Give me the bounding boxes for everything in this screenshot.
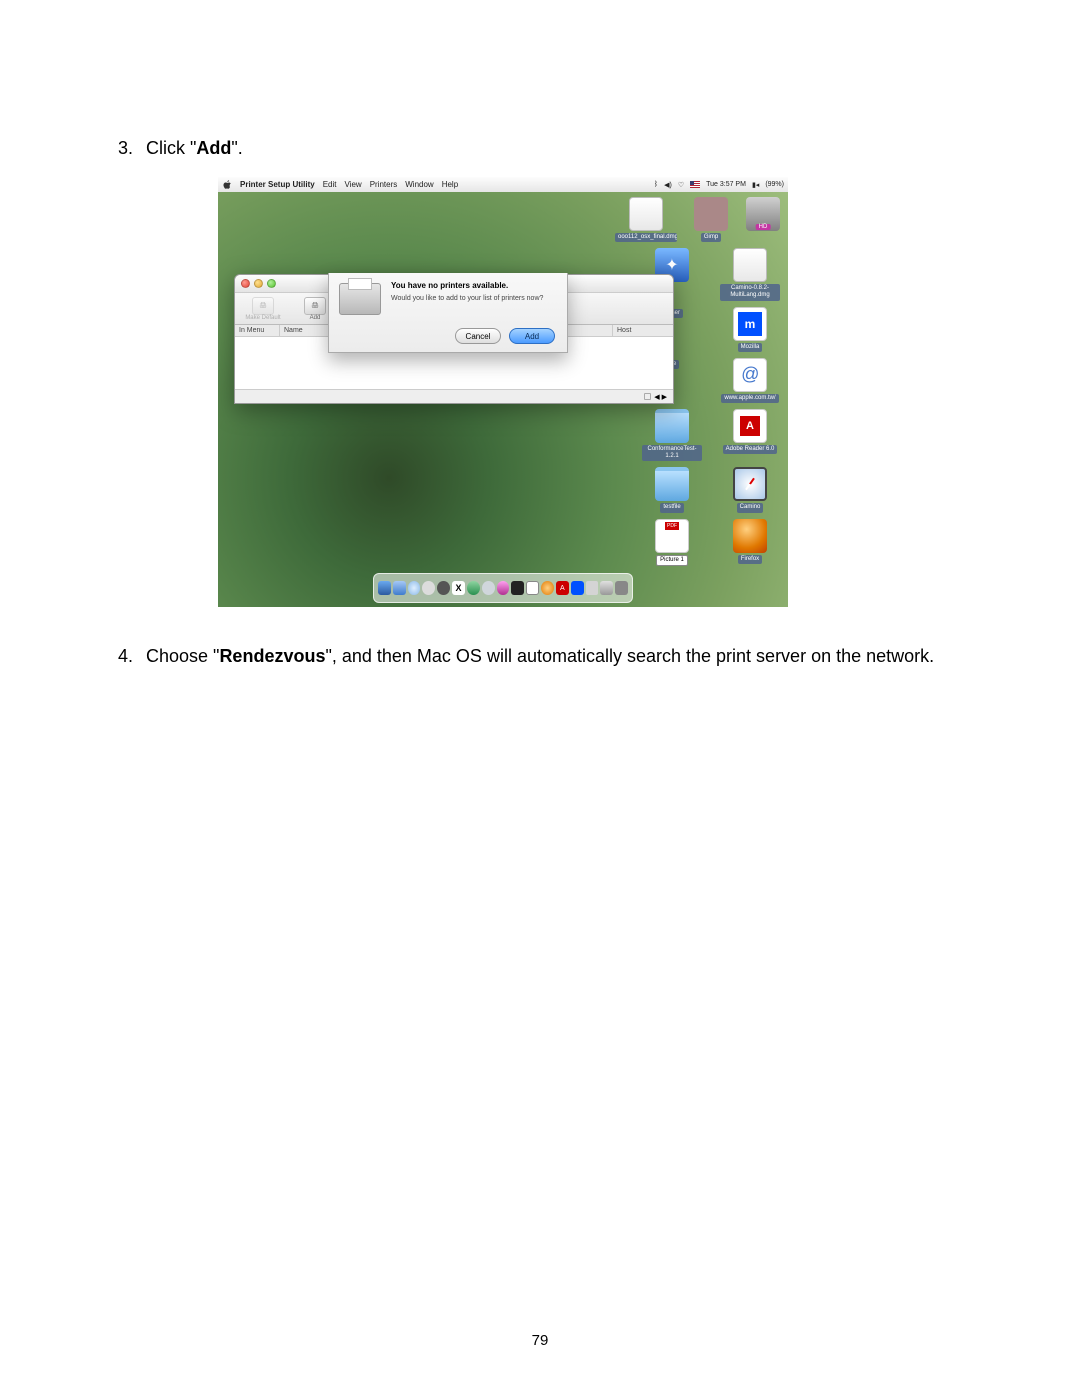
app-icon: m — [733, 307, 767, 341]
dock-item[interactable] — [437, 581, 450, 595]
airport-icon[interactable]: ♡ — [678, 181, 684, 189]
cancel-button[interactable]: Cancel — [455, 328, 501, 344]
app-icon: A — [733, 409, 767, 443]
dock-item-safari[interactable] — [408, 581, 421, 595]
printer-icon: 🖨 — [304, 297, 326, 315]
desktop-icon[interactable]: ConformanceTest-1.2.1 — [642, 409, 702, 461]
dock-item[interactable] — [586, 581, 599, 595]
webloc-icon: @ — [733, 358, 767, 392]
dock-item-trash[interactable] — [615, 581, 628, 595]
minimize-window-button[interactable] — [254, 279, 263, 288]
printer-icon — [339, 283, 381, 315]
menubar-clock[interactable]: Tue 3:57 PM — [706, 181, 746, 188]
menu-view[interactable]: View — [344, 180, 361, 189]
menu-edit[interactable]: Edit — [323, 180, 337, 189]
desktop-icon[interactable]: Camino — [720, 467, 780, 512]
dock-item[interactable] — [497, 581, 510, 595]
desktop-icon[interactable]: Camino-0.8.2-MultiLang.dmg — [720, 248, 780, 300]
bluetooth-icon[interactable]: ᛒ — [654, 181, 658, 188]
column-header[interactable]: In Menu — [235, 325, 280, 336]
desktop-icon[interactable]: Firefox — [720, 519, 780, 566]
dmg-file-icon — [733, 248, 767, 282]
step-3: 3. Click "Add". — [118, 135, 962, 161]
desktop-icon[interactable] — [746, 197, 780, 242]
dock-item-mozilla[interactable] — [571, 581, 584, 595]
add-button[interactable]: Add — [509, 328, 555, 344]
apple-logo-icon — [222, 180, 232, 190]
dock-item-terminal[interactable] — [511, 581, 524, 595]
desktop-icon[interactable]: testfile — [642, 467, 702, 512]
menubar-app-name[interactable]: Printer Setup Utility — [240, 180, 315, 189]
close-window-button[interactable] — [241, 279, 250, 288]
dock-item-firefox[interactable] — [541, 581, 554, 595]
dock-item-adobe[interactable]: A — [556, 581, 569, 595]
step-number: 3. — [118, 135, 146, 161]
zoom-window-button[interactable] — [267, 279, 276, 288]
battery-percent: (99%) — [765, 181, 784, 188]
column-header[interactable]: Host — [613, 325, 673, 336]
dmg-file-icon — [629, 197, 663, 231]
battery-icon[interactable]: ▮◂ — [752, 181, 759, 189]
step-number: 4. — [118, 643, 146, 669]
no-printers-dialog: You have no printers available. Would yo… — [328, 273, 568, 353]
dock-item[interactable] — [482, 581, 495, 595]
desktop-icon[interactable]: ooo112_osx_final.dmg — [616, 197, 676, 242]
mac-menubar: Printer Setup Utility Edit View Printers… — [218, 177, 788, 192]
window-footer: ◀ ▶ — [235, 389, 673, 403]
dock-item-x11[interactable]: X — [452, 581, 465, 595]
folder-icon — [655, 409, 689, 443]
desktop-icon[interactable]: mMozilla — [720, 307, 780, 352]
dock-item[interactable] — [526, 581, 539, 595]
menu-printers[interactable]: Printers — [370, 180, 398, 189]
dock-item[interactable] — [600, 581, 613, 595]
desktop-icon[interactable]: @www.apple.com.tw/ — [720, 358, 780, 403]
page-content: 3. Click "Add". Printer Setup Utility Ed… — [118, 135, 962, 685]
embedded-screenshot: Printer Setup Utility Edit View Printers… — [218, 177, 788, 607]
desktop-icon[interactable]: Gimp — [694, 197, 728, 242]
app-icon — [694, 197, 728, 231]
app-icon — [733, 467, 767, 501]
desktop-icon[interactable]: AAdobe Reader 6.0 — [720, 409, 780, 461]
input-flag-icon[interactable] — [690, 181, 700, 188]
make-default-button[interactable]: 🖨 Make Default — [239, 295, 287, 322]
menu-help[interactable]: Help — [442, 180, 458, 189]
pdf-file-icon — [655, 519, 689, 553]
desktop-icon[interactable]: Picture 1 — [642, 519, 702, 566]
dock-item[interactable] — [393, 581, 406, 595]
dialog-heading: You have no printers available. — [391, 281, 543, 290]
dialog-body-text: Would you like to add to your list of pr… — [391, 295, 543, 302]
menu-window[interactable]: Window — [405, 180, 433, 189]
dock-item-finder[interactable] — [378, 581, 391, 595]
dock-item[interactable] — [467, 581, 480, 595]
folder-icon — [655, 467, 689, 501]
hard-drive-icon — [746, 197, 780, 231]
volume-icon[interactable]: ◀) — [664, 181, 672, 189]
page-number: 79 — [532, 1332, 549, 1349]
resize-grip-icon[interactable] — [644, 393, 651, 400]
dock-item[interactable] — [422, 581, 435, 595]
dock: X A — [373, 573, 633, 603]
app-icon — [733, 519, 767, 553]
step-text: Click "Add". — [146, 135, 962, 161]
step-4: 4. Choose "Rendezvous", and then Mac OS … — [118, 643, 962, 669]
printer-icon: 🖨 — [252, 297, 274, 315]
step-text: Choose "Rendezvous", and then Mac OS wil… — [146, 643, 962, 669]
